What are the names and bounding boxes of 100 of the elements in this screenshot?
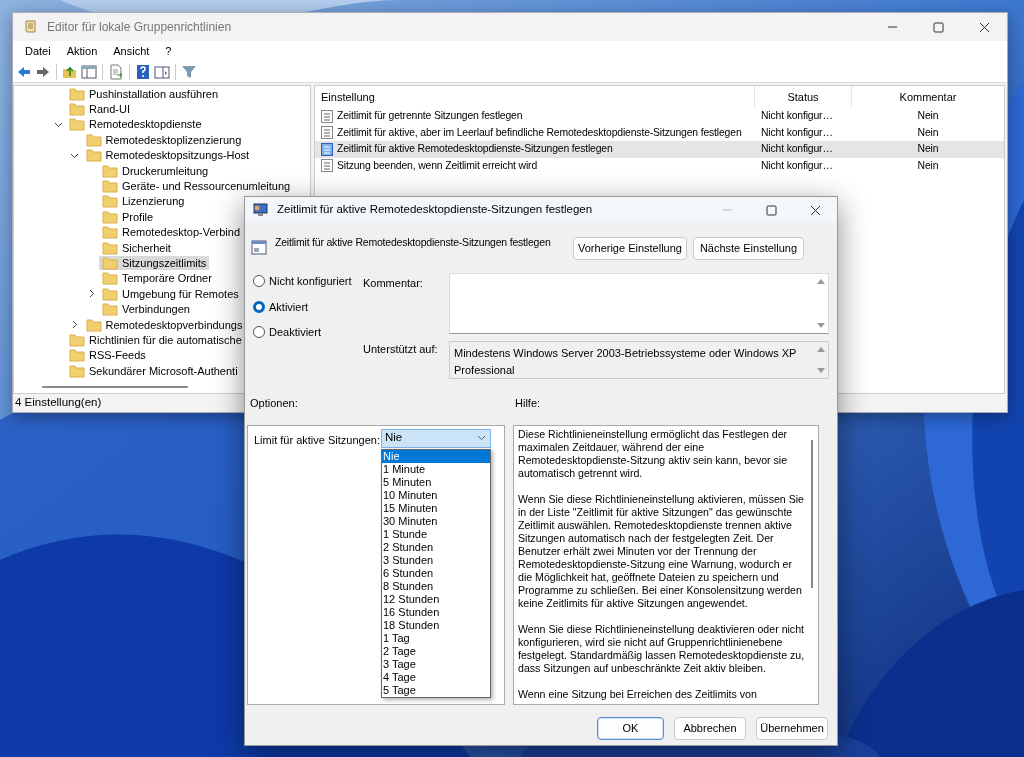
radio-option[interactable]: Deaktiviert xyxy=(253,324,363,341)
dropdown-option[interactable]: 3 Stunden xyxy=(382,553,490,567)
tree-item[interactable]: Remotedesktopverbindungs xyxy=(82,317,246,332)
nav-button[interactable]: Vorherige Einstellung xyxy=(573,237,687,260)
table-row[interactable]: Sitzung beenden, wenn Zeitlimit erreicht wird Nicht konfigur… Nein xyxy=(315,157,1004,174)
close-icon[interactable] xyxy=(978,21,990,33)
dropdown-option[interactable]: 15 Minuten xyxy=(382,501,490,515)
tree-item[interactable]: Remotedesktopsitzungs-Host xyxy=(82,148,253,163)
dropdown-option[interactable]: 1 Minute xyxy=(382,462,490,476)
help-icon[interactable] xyxy=(135,63,151,80)
table-cell: Nein xyxy=(917,126,939,138)
comment-field[interactable] xyxy=(449,273,829,334)
tree-item[interactable]: Lizenzierung xyxy=(99,194,188,209)
panel-icon[interactable] xyxy=(154,63,170,80)
tree-item[interactable]: Druckerumleitung xyxy=(99,163,212,178)
scroll-down-icon[interactable] xyxy=(817,323,825,329)
radio-button[interactable] xyxy=(253,326,265,339)
maximize-icon[interactable] xyxy=(765,204,777,216)
menu-item[interactable]: Ansicht xyxy=(105,42,158,60)
dropdown-option[interactable]: 18 Stunden xyxy=(382,618,490,632)
dialog-button[interactable]: Übernehmen xyxy=(756,716,828,740)
dialog-button[interactable]: Abbrechen xyxy=(674,716,746,740)
dropdown-option[interactable]: Nie xyxy=(382,449,490,463)
folder-icon xyxy=(102,163,118,178)
radio-label: Deaktiviert xyxy=(269,325,321,340)
tree-item[interactable]: Pushinstallation ausführen xyxy=(66,86,222,101)
tree-pane-icon[interactable] xyxy=(81,63,97,80)
table-cell: Nicht konfigur… xyxy=(761,110,833,122)
radio-label: Nicht konfiguriert xyxy=(269,274,352,289)
tree-item[interactable]: Rand-UI xyxy=(66,102,133,117)
radio-option[interactable]: Aktiviert xyxy=(253,298,363,315)
dropdown-option[interactable]: 10 Minuten xyxy=(382,488,490,502)
tree-item[interactable]: Richtlinien für die automatische xyxy=(66,332,245,347)
dropdown-option[interactable]: 30 Minuten xyxy=(382,514,490,528)
section-label: Optionen: xyxy=(250,396,299,411)
dropdown-option[interactable]: 2 Stunden xyxy=(382,540,490,554)
help-paragraph: Wenn eine Sitzung bei Erreichen des Zeitlimits von xyxy=(518,687,758,701)
table-cell: Nicht konfigur… xyxy=(761,159,833,171)
menu-item[interactable]: Aktion xyxy=(58,42,106,60)
folder-icon xyxy=(102,256,118,270)
table-row[interactable]: Zeitlimit für getrennte Sitzungen festlegen Nicht konfigur… Nein xyxy=(315,108,1004,125)
scroll-up-icon[interactable] xyxy=(817,346,825,352)
dropdown-option[interactable]: 5 Minuten xyxy=(382,475,490,489)
dropdown-option[interactable]: 1 Stunde xyxy=(382,527,490,541)
folder-icon xyxy=(102,194,118,209)
dropdown-option[interactable]: 8 Stunden xyxy=(382,579,490,593)
dialog-heading: Zeitlimit für aktive Remotedesktopdienste-Sitzungen festlegen xyxy=(275,235,552,250)
column-header[interactable]: Kommentar xyxy=(899,88,957,106)
scrollbar-thumb[interactable] xyxy=(42,386,188,388)
dropdown[interactable]: Nie xyxy=(381,428,491,448)
folder-icon xyxy=(69,363,85,378)
scrollbar-thumb[interactable] xyxy=(811,439,813,588)
column-header[interactable]: Status xyxy=(787,88,819,106)
dropdown-option[interactable]: 16 Stunden xyxy=(382,605,490,619)
dropdown-option[interactable]: 4 Tage xyxy=(382,670,490,684)
table-row[interactable]: Zeitlimit für aktive, aber im Leerlauf befindliche Remotedesktopdienste-Sitzungen festlegen Nicht konfigur… Nein xyxy=(315,124,1004,141)
tree-item[interactable]: Temporäre Ordner xyxy=(99,271,215,286)
tree-item[interactable]: Geräte- und Ressourcenumleitung xyxy=(99,179,294,194)
table-cell: Nein xyxy=(917,143,939,155)
tree-item[interactable]: Remotedesktop-Verbind xyxy=(99,225,243,240)
nav-button[interactable]: Nächste Einstellung xyxy=(693,237,804,260)
filter-icon[interactable] xyxy=(181,63,197,80)
policy-icon xyxy=(321,109,333,123)
supported-text: Mindestens Windows Server 2003-Betriebssysteme oder Windows XP Professional xyxy=(454,347,797,376)
tree-item[interactable]: Remotedesktopdienste xyxy=(66,117,205,132)
folder-icon xyxy=(69,102,85,117)
policy-icon xyxy=(321,142,333,156)
close-icon[interactable] xyxy=(809,204,821,216)
caret-icon xyxy=(477,435,486,441)
folder-icon xyxy=(85,148,102,163)
tree-item[interactable]: Sekundärer Microsoft-Authenti xyxy=(66,363,241,378)
dropdown-option[interactable]: 12 Stunden xyxy=(382,592,490,606)
menu-item[interactable]: ? xyxy=(157,42,180,60)
column-header[interactable]: Einstellung xyxy=(321,88,375,106)
table-row[interactable]: Zeitlimit für aktive Remotedesktopdienste-Sitzungen festlegen Nicht konfigur… Nein xyxy=(315,141,1004,158)
maximize-icon[interactable] xyxy=(932,21,944,33)
tree-item[interactable]: Remotedesktoplizenzierung xyxy=(82,132,245,147)
tree-item[interactable]: RSS-Feeds xyxy=(66,348,149,363)
folder-icon xyxy=(102,225,118,240)
tree-item[interactable]: Sicherheit xyxy=(99,240,174,255)
export-list-icon[interactable] xyxy=(108,63,124,80)
dropdown-option[interactable]: 6 Stunden xyxy=(382,566,490,580)
dialog-button[interactable]: OK xyxy=(597,716,664,740)
dropdown-option[interactable]: 1 Tag xyxy=(382,631,490,645)
dropdown-option[interactable]: 3 Tage xyxy=(382,657,490,671)
radio-option[interactable]: Nicht konfiguriert xyxy=(253,273,363,290)
tree-item[interactable]: Verbindungen xyxy=(99,302,193,317)
scroll-down-icon[interactable] xyxy=(817,368,825,374)
folder-icon xyxy=(102,209,118,224)
scroll-icon xyxy=(23,19,39,35)
tree-item[interactable]: Profile xyxy=(99,209,157,224)
dropdown-option[interactable]: 5 Tage xyxy=(382,683,490,697)
dropdown-option[interactable]: 2 Tage xyxy=(382,644,490,658)
radio-button[interactable] xyxy=(253,275,265,288)
scroll-up-icon[interactable] xyxy=(817,278,825,284)
tree-item[interactable]: Sitzungszeitlimits xyxy=(99,256,210,270)
chevron-right-icon[interactable] xyxy=(70,320,79,330)
menu-item[interactable]: Datei xyxy=(17,42,59,60)
radio-button[interactable] xyxy=(253,300,265,313)
tree-item[interactable]: Umgebung für Remotes xyxy=(99,286,242,301)
